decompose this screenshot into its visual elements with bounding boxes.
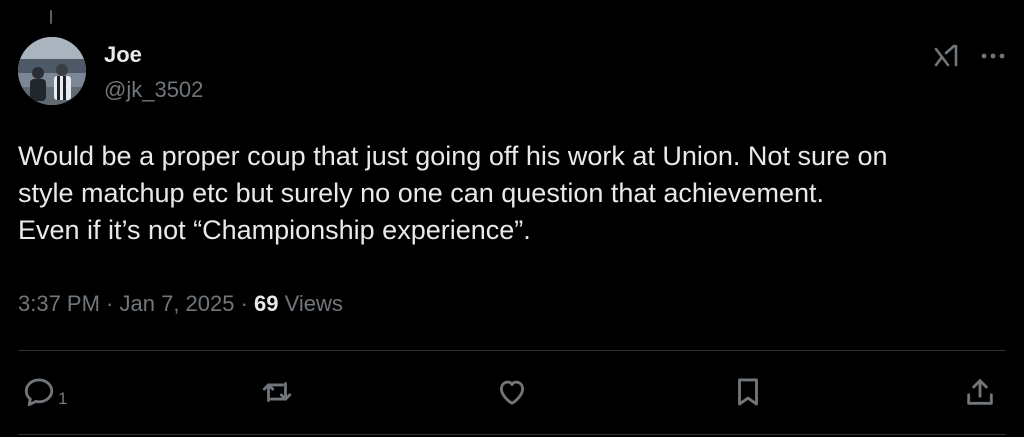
- action-bar: 1: [0, 372, 1024, 412]
- tweet-text-line: style matchup etc but surely no one can …: [18, 178, 824, 208]
- tweet-date[interactable]: Jan 7, 2025: [120, 291, 235, 316]
- views-label: Views: [278, 291, 343, 316]
- repost-icon: [262, 382, 292, 402]
- author-display-name[interactable]: Joe: [104, 42, 203, 68]
- tweet-text-line: Even if it’s not “Championship experienc…: [18, 215, 531, 245]
- reply-count: 1: [58, 389, 68, 408]
- like-button[interactable]: [495, 372, 529, 412]
- thread-connector-line: [50, 10, 52, 24]
- author-block: Joe @jk_3502: [104, 42, 203, 103]
- meta-separator: ·: [99, 291, 120, 316]
- bookmark-button[interactable]: [731, 372, 765, 412]
- tweet-text: Would be a proper coup that just going o…: [18, 138, 1008, 249]
- tweet-text-line: Would be a proper coup that just going o…: [18, 141, 888, 171]
- like-icon: [499, 380, 525, 405]
- views-count: 69: [254, 291, 279, 316]
- meta-separator: ·: [234, 291, 255, 316]
- avatar[interactable]: [18, 37, 86, 105]
- reply-button[interactable]: 1: [22, 372, 67, 412]
- share-icon: [967, 379, 993, 405]
- divider: [18, 350, 1006, 351]
- repost-button[interactable]: [260, 372, 294, 412]
- share-button[interactable]: [963, 372, 997, 412]
- tweet-meta: 3:37 PM · Jan 7, 2025 · 69 Views: [18, 290, 343, 318]
- author-handle[interactable]: @jk_3502: [104, 77, 203, 103]
- tweet-detail: Joe @jk_3502 Would be a proper coup that…: [0, 0, 1024, 437]
- divider: [18, 434, 1006, 435]
- grok-icon[interactable]: [932, 43, 962, 69]
- avatar-photo: [18, 37, 86, 105]
- reply-icon: [24, 378, 54, 407]
- more-horizontal-icon[interactable]: [978, 44, 1008, 68]
- tweet-time[interactable]: 3:37 PM: [18, 291, 100, 316]
- bookmark-icon: [738, 378, 758, 406]
